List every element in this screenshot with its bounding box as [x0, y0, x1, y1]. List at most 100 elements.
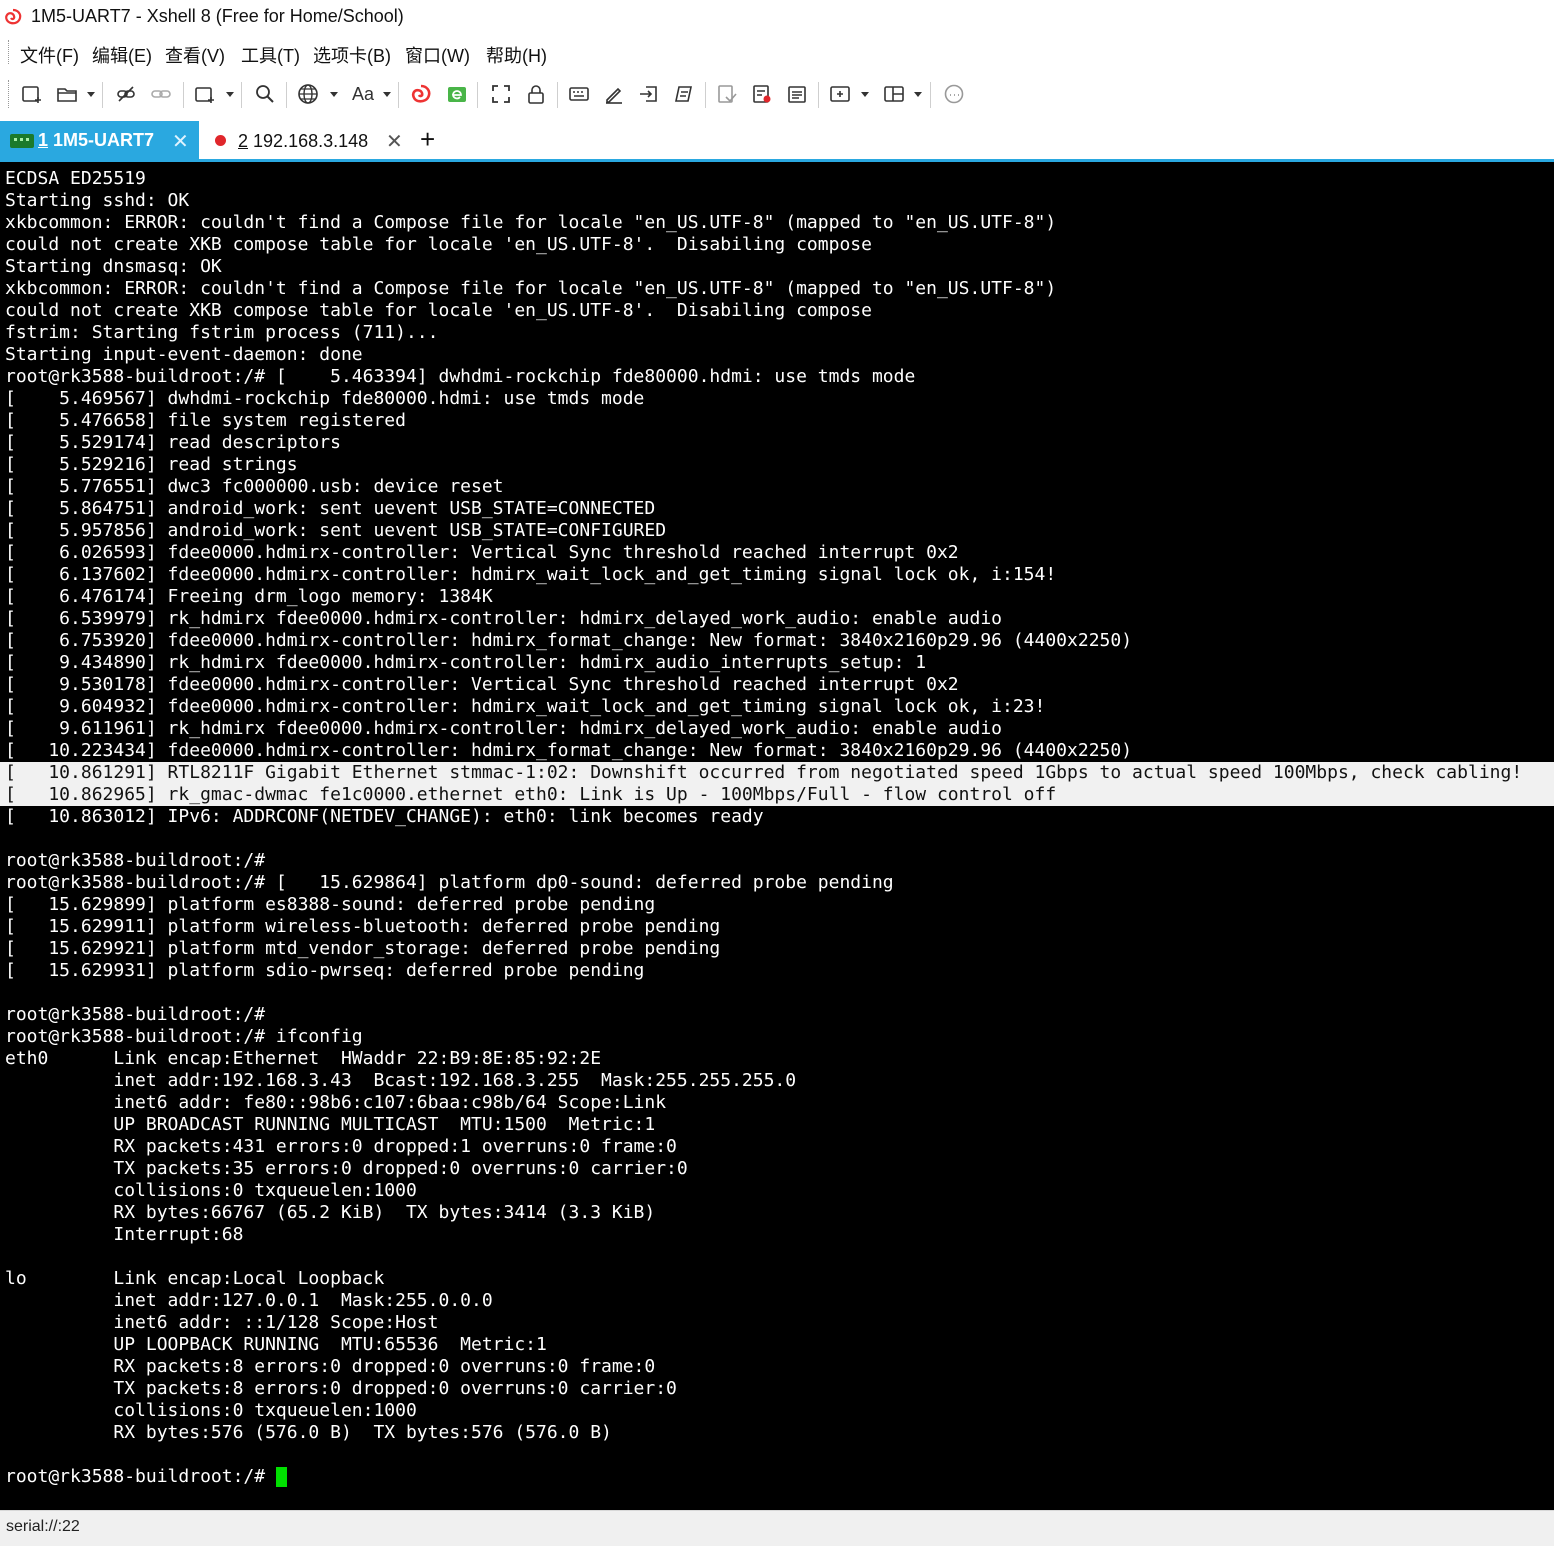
terminal-line-text: [ 9.611961] rk_hdmirx fdee0000.hdmirx-co… [5, 718, 1002, 739]
terminal-line: TX packets:35 errors:0 dropped:0 overrun… [5, 1158, 1554, 1180]
terminal-line-text: UP BROADCAST RUNNING MULTICAST MTU:1500 … [5, 1114, 656, 1135]
close-icon[interactable]: ✕ [172, 129, 189, 154]
terminal-line-text: [ 15.629899] platform es8388-sound: defe… [5, 894, 656, 915]
terminal-line-text: root@rk3588-buildroot:/# [ 15.629864] pl… [5, 872, 894, 893]
menu-view[interactable]: 查看(V) [165, 42, 225, 68]
notes-icon[interactable] [783, 80, 811, 108]
terminal-line-text: could not create XKB compose table for l… [5, 234, 872, 255]
menu-file[interactable]: 文件(F) [20, 42, 79, 68]
disconnect-icon[interactable] [112, 80, 140, 108]
script-icon[interactable] [670, 80, 698, 108]
terminal-line-text: inet addr:192.168.3.43 Bcast:192.168.3.2… [5, 1070, 797, 1091]
terminal-line: [ 10.223434] fdee0000.hdmirx-controller:… [5, 740, 1554, 762]
new-tab-icon[interactable] [191, 80, 219, 108]
add-pane-dropdown-icon[interactable] [861, 92, 869, 97]
terminal-line-text: [ 10.861291] RTL8211F Gigabit Ethernet s… [5, 762, 1523, 783]
find-icon[interactable] [251, 80, 279, 108]
toolbar: Aa [0, 74, 1554, 116]
terminal-line: [ 9.604932] fdee0000.hdmirx-controller: … [5, 696, 1554, 718]
terminal-line-text: [ 5.529216] read strings [5, 454, 298, 475]
terminal-line-text: Starting input-event-daemon: done [5, 344, 363, 365]
terminal-line: Starting input-event-daemon: done [5, 344, 1554, 366]
open-dropdown-icon[interactable] [87, 92, 95, 97]
terminal-line-text: [ 9.530178] fdee0000.hdmirx-controller: … [5, 674, 959, 695]
terminal-line: [ 5.476658] file system registered [5, 410, 1554, 432]
terminal-line-text: root@rk3588-buildroot:/# ifconfig [5, 1026, 363, 1047]
terminal-line: TX packets:8 errors:0 dropped:0 overruns… [5, 1378, 1554, 1400]
tab-session-1[interactable]: 1 1M5-UART7 ✕ [0, 121, 199, 160]
terminal-output[interactable]: ECDSA ED25519 Starting sshd: OK xkbcommon:… [0, 162, 1554, 1510]
menu-tabs[interactable]: 选项卡(B) [313, 42, 391, 68]
terminal-line-text: RX packets:431 errors:0 dropped:1 overru… [5, 1136, 677, 1157]
new-session-icon[interactable] [17, 80, 45, 108]
terminal-line: could not create XKB compose table for l… [5, 234, 1554, 256]
terminal-line-text: [ 5.957856] android_work: sent uevent US… [5, 520, 667, 541]
terminal-line: Starting dnsmasq: OK [5, 256, 1554, 278]
terminal-line-text: ECDSA ED25519 [5, 168, 146, 189]
terminal-line-text: [ 10.223434] fdee0000.hdmirx-controller:… [5, 740, 1133, 761]
record-icon[interactable] [748, 80, 776, 108]
xshell-icon[interactable] [407, 80, 435, 108]
terminal-line: [ 9.530178] fdee0000.hdmirx-controller: … [5, 674, 1554, 696]
chat-icon[interactable] [940, 80, 968, 108]
terminal-line-text: [ 9.434890] rk_hdmirx fdee0000.hdmirx-co… [5, 652, 927, 673]
open-folder-icon[interactable] [53, 80, 81, 108]
terminal-line-text: [ 5.476658] file system registered [5, 410, 406, 431]
terminal-line-text: [ 5.529174] read descriptors [5, 432, 341, 453]
terminal-line: root@rk3588-buildroot:/# [5, 1466, 1554, 1488]
log-icon[interactable] [713, 80, 741, 108]
terminal-cursor [275, 1467, 287, 1487]
transfer-icon[interactable] [635, 80, 663, 108]
terminal-line: inet6 addr: fe80::98b6:c107:6baa:c98b/64… [5, 1092, 1554, 1114]
terminal-line: xkbcommon: ERROR: couldn't find a Compos… [5, 278, 1554, 300]
connection-address: serial://:22 [6, 1518, 80, 1535]
tab-session-2[interactable]: 2 192.168.3.148 ✕ [201, 121, 411, 160]
terminal-line-text: [ 6.026593] fdee0000.hdmirx-controller: … [5, 542, 959, 563]
new-tab-dropdown-icon[interactable] [226, 92, 234, 97]
add-pane-icon[interactable] [826, 80, 854, 108]
font-icon[interactable]: Aa [348, 80, 378, 108]
lock-icon[interactable] [522, 80, 550, 108]
menu-help[interactable]: 帮助(H) [486, 42, 547, 68]
menu-window[interactable]: 窗口(W) [405, 42, 470, 68]
fullscreen-icon[interactable] [487, 80, 515, 108]
terminal-line-text: Starting sshd: OK [5, 190, 190, 211]
menu-tools[interactable]: 工具(T) [241, 42, 300, 68]
title-bar: 1M5-UART7 - Xshell 8 (Free for Home/Scho… [0, 0, 1554, 34]
terminal-line-text: root@rk3588-buildroot:/# [5, 1004, 266, 1025]
terminal-line-text: [ 9.604932] fdee0000.hdmirx-controller: … [5, 696, 1046, 717]
terminal-line: [ 5.864751] android_work: sent uevent US… [5, 498, 1554, 520]
menu-edit[interactable]: 编辑(E) [92, 42, 152, 68]
toolbar-separator [398, 82, 399, 108]
layout-dropdown-icon[interactable] [914, 92, 922, 97]
terminal-line-text: fstrim: Starting fstrim process (711)... [5, 322, 439, 343]
globe-icon[interactable] [294, 80, 322, 108]
terminal-line: inet addr:192.168.3.43 Bcast:192.168.3.2… [5, 1070, 1554, 1092]
compose-icon[interactable] [600, 80, 628, 108]
toolbar-separator [930, 82, 931, 108]
terminal-line: root@rk3588-buildroot:/# [5, 1004, 1554, 1026]
layout-icon[interactable] [880, 80, 908, 108]
reconnect-icon[interactable] [147, 80, 175, 108]
terminal-line-text: [ 5.776551] dwc3 fc000000.usb: device re… [5, 476, 504, 497]
tab-bar: 1 1M5-UART7 ✕ 2 192.168.3.148 ✕ + [0, 121, 1554, 160]
terminal-line: [ 15.629899] platform es8388-sound: defe… [5, 894, 1554, 916]
font-dropdown-icon[interactable] [383, 92, 391, 97]
xftp-icon[interactable] [443, 80, 471, 108]
terminal-line: RX packets:8 errors:0 dropped:0 overruns… [5, 1356, 1554, 1378]
toolbar-separator [102, 82, 103, 108]
terminal-line: could not create XKB compose table for l… [5, 300, 1554, 322]
add-tab-icon[interactable]: + [420, 124, 435, 155]
terminal-line-text: could not create XKB compose table for l… [5, 300, 872, 321]
toolbar-separator [705, 82, 706, 108]
window-title: 1M5-UART7 - Xshell 8 (Free for Home/Scho… [31, 6, 404, 26]
terminal-line-text: [ 6.137602] fdee0000.hdmirx-controller: … [5, 564, 1057, 585]
terminal-line: root@rk3588-buildroot:/# [ 15.629864] pl… [5, 872, 1554, 894]
terminal-line: eth0 Link encap:Ethernet HWaddr 22:B9:8E… [5, 1048, 1554, 1070]
terminal-line: Starting sshd: OK [5, 190, 1554, 212]
keyboard-icon[interactable] [565, 80, 593, 108]
terminal-line-text: [ 6.476174] Freeing drm_logo memory: 138… [5, 586, 493, 607]
tab-1-label: 1 1M5-UART7 [38, 130, 155, 150]
close-icon[interactable]: ✕ [386, 129, 403, 154]
globe-dropdown-icon[interactable] [330, 92, 338, 97]
